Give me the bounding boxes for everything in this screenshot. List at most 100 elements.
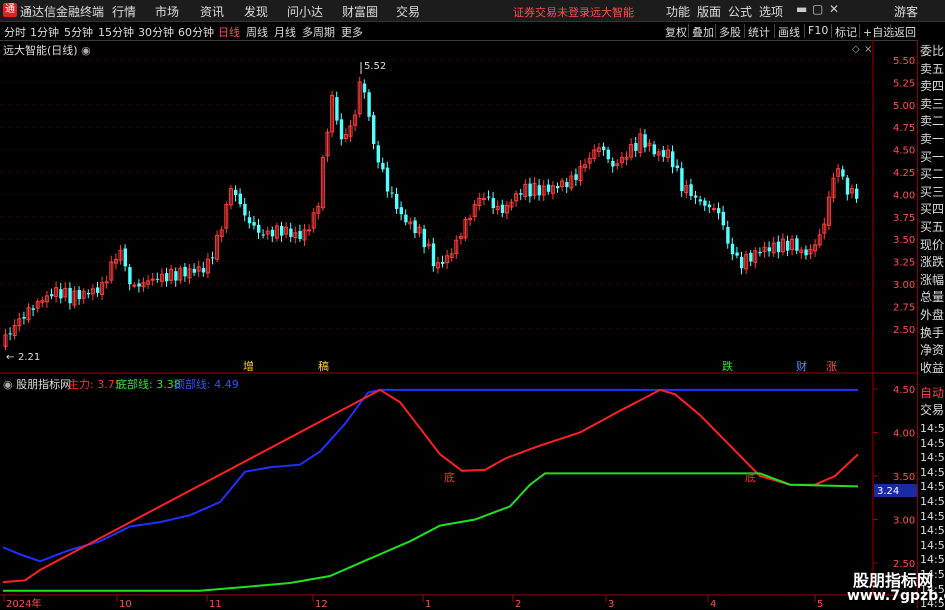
options-button[interactable]: 选项	[759, 3, 783, 20]
tf-daily[interactable]: 日线	[218, 24, 240, 40]
menu-item-quotes[interactable]: 行情	[112, 3, 136, 20]
candle-body	[270, 229, 275, 237]
top-line-series	[2, 388, 858, 563]
price-tick-label: 4.50	[893, 146, 915, 157]
indicator-tick-label: 4.00	[893, 429, 915, 440]
toolbar-divider	[688, 24, 689, 38]
formula-button[interactable]: 公式	[728, 3, 752, 20]
candle-body	[96, 287, 100, 293]
quote-field-label: 涨幅	[920, 272, 945, 287]
tf-monthly[interactable]: 月线	[274, 24, 296, 40]
mark-button[interactable]: 标记	[835, 24, 857, 40]
indicator-name[interactable]: 股朋指标网	[16, 378, 71, 391]
stats-button[interactable]: 统计	[748, 24, 770, 40]
indicator-tick-label: 3.50	[893, 472, 915, 483]
toolbar-divider	[890, 24, 891, 38]
quote-field-label: 委比	[920, 44, 945, 58]
tf-5min[interactable]: 5分钟	[64, 24, 93, 40]
overlay-button[interactable]: 叠加	[692, 24, 714, 40]
candle-body	[86, 292, 91, 295]
indicator-legend-bottom: 底部线: 3.38	[116, 378, 181, 391]
event-mark-finance[interactable]: 财	[796, 359, 807, 373]
tf-30min[interactable]: 30分钟	[138, 24, 174, 40]
candle-body	[487, 196, 491, 198]
indicator-tick-label: 3.00	[893, 516, 915, 527]
layout-button[interactable]: 版面	[697, 3, 721, 20]
candle-body	[155, 278, 160, 280]
tick-time: 14:56	[920, 422, 945, 435]
candle-body	[694, 195, 698, 198]
candle-body	[399, 207, 403, 215]
adjust-button[interactable]: 复权	[665, 24, 687, 40]
price-tick-label: 3.50	[893, 235, 915, 246]
candle-body	[855, 188, 859, 199]
quote-field-label: 卖五	[920, 61, 945, 76]
candle-body	[740, 256, 744, 269]
menu-item-ask[interactable]: 问小达	[287, 3, 323, 20]
date-tick-label: 10	[119, 599, 132, 609]
low-price-label: 2.21	[18, 352, 40, 363]
candle-body	[413, 220, 417, 234]
candle-body	[652, 144, 656, 155]
quote-field-label: 收益	[920, 360, 945, 375]
candle-body	[749, 252, 753, 262]
candle-body	[431, 243, 436, 267]
chevron-down-icon[interactable]: ◉	[81, 44, 91, 57]
tf-weekly[interactable]: 周线	[246, 24, 268, 40]
tf-intraday[interactable]: 分时	[4, 24, 26, 40]
candle-body	[726, 226, 730, 244]
menu-item-discover[interactable]: 发现	[244, 3, 268, 20]
price-tick-label: 4.00	[893, 190, 915, 201]
trade-login-status[interactable]: 证券交易未登录	[513, 4, 590, 20]
toolbar-divider	[744, 24, 745, 38]
tf-1min[interactable]: 1分钟	[30, 24, 59, 40]
chart-canvas[interactable]: 5.50 5.25 5.00 4.75 4.50 4.25 4.00 3.75 3.50 3.25…	[0, 40, 917, 609]
draw-line-button[interactable]: 画线	[778, 24, 800, 40]
candle-body	[422, 228, 426, 248]
quote-field-label: 卖三	[920, 96, 945, 111]
candle-body	[174, 271, 178, 281]
date-tick-label: 1	[425, 599, 431, 609]
tf-60min[interactable]: 60分钟	[178, 24, 214, 40]
event-mark-fall[interactable]: 跌	[722, 359, 733, 373]
maximize-icon[interactable]: ▢	[812, 2, 823, 16]
indicator-settings-icon[interactable]: ◉	[3, 378, 13, 391]
auto-trade-label[interactable]: 自动	[920, 386, 944, 400]
candle-body	[602, 146, 606, 151]
menu-item-trade[interactable]: 交易	[396, 3, 420, 20]
chart-title: 远大智能(日线)	[3, 44, 78, 57]
tf-multi[interactable]: 多周期	[302, 24, 335, 40]
menu-item-news[interactable]: 资讯	[200, 3, 224, 20]
candle-body	[519, 193, 523, 195]
candle-body	[390, 192, 394, 194]
menu-item-wealth[interactable]: 财富圈	[342, 3, 378, 20]
price-gridlines	[0, 59, 873, 330]
guest-user[interactable]: 游客	[894, 3, 918, 20]
event-mark-rise[interactable]: 涨	[826, 360, 837, 373]
multi-stock-button[interactable]: 多股	[719, 24, 741, 40]
candle-body	[339, 119, 344, 140]
minimize-icon[interactable]: ▬	[796, 2, 807, 16]
candle-body	[795, 238, 799, 251]
function-button[interactable]: 功能	[666, 3, 690, 20]
candle-body	[606, 149, 610, 160]
candle-body	[804, 249, 808, 256]
quote-field-label: 换手	[920, 325, 945, 340]
event-mark-draft[interactable]: 稿	[318, 359, 329, 373]
candle-body	[721, 211, 725, 226]
watermark-logo: 股朋指标网 www.7gpzb.com	[835, 566, 945, 609]
chart-close-icon[interactable]: ×	[864, 44, 872, 55]
tf-15min[interactable]: 15分钟	[98, 24, 134, 40]
trade-label[interactable]: 交易	[920, 403, 944, 417]
f10-button[interactable]: F10	[808, 24, 828, 37]
candle-body	[528, 183, 532, 197]
candle-body	[298, 231, 302, 240]
candle-body	[707, 204, 712, 208]
price-tick-label: 3.25	[893, 258, 915, 269]
menu-item-market[interactable]: 市场	[155, 3, 179, 20]
tf-more[interactable]: 更多	[341, 24, 363, 40]
back-button[interactable]: 返回	[894, 24, 916, 40]
chart-settings-icon[interactable]: ◇	[852, 44, 860, 55]
close-icon[interactable]: ✕	[829, 2, 839, 16]
event-mark-increase[interactable]: 增	[243, 359, 254, 373]
